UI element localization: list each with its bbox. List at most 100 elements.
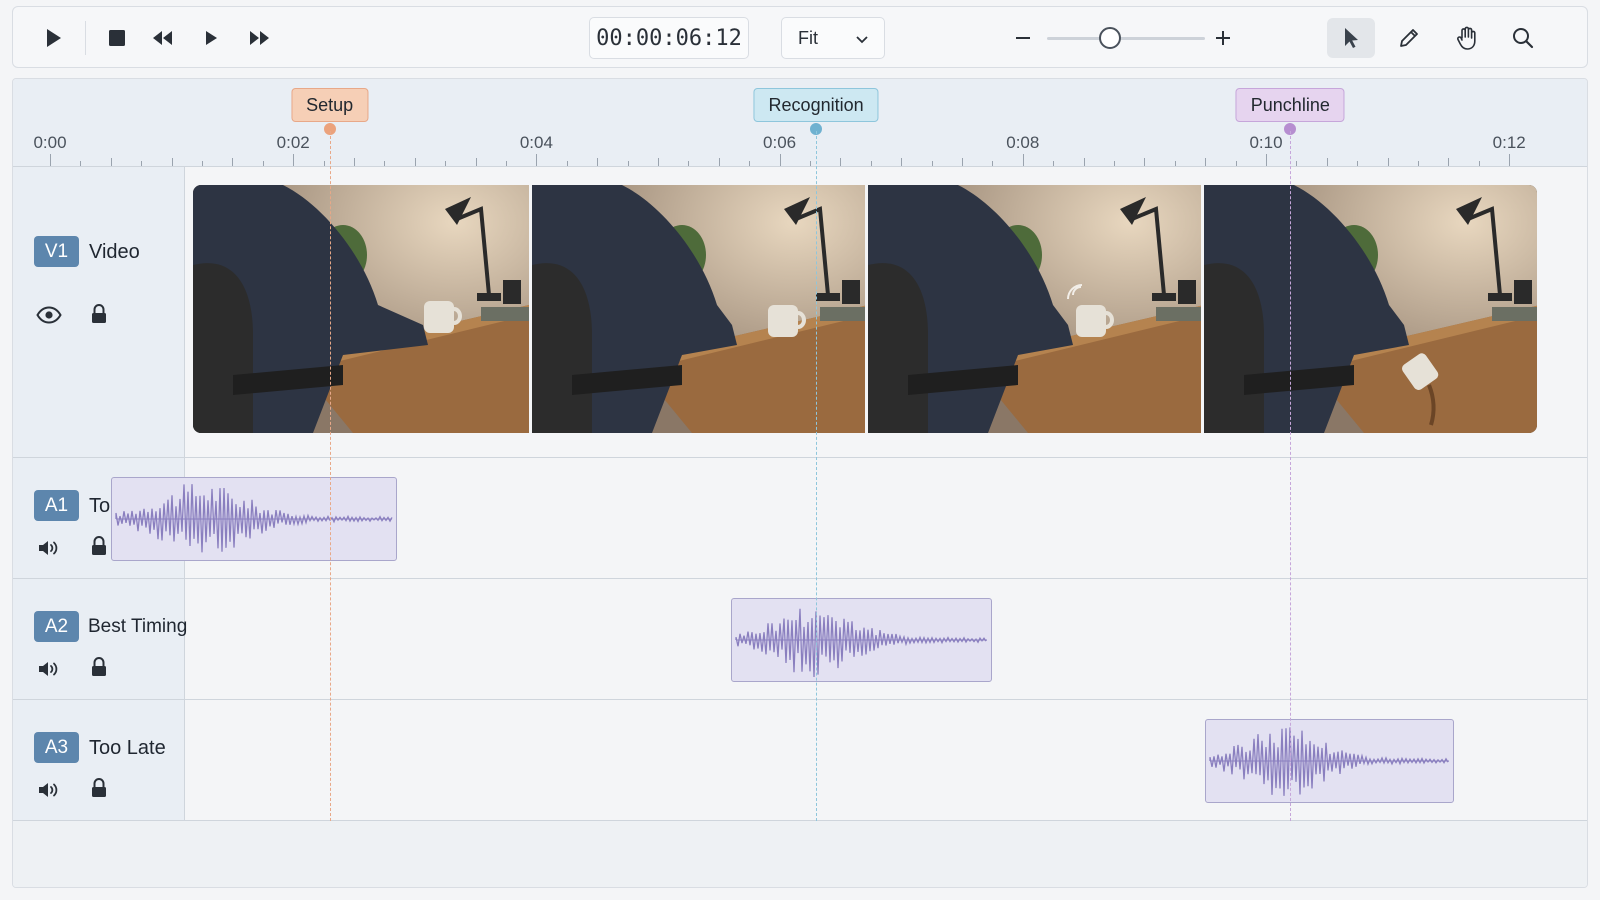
ruler-tick xyxy=(1114,161,1115,166)
ruler-tick xyxy=(627,161,629,166)
lock-toggle[interactable] xyxy=(86,776,112,800)
timecode-display[interactable]: 00:00:06:12 xyxy=(589,17,749,59)
pencil-tool-button[interactable] xyxy=(1391,21,1427,55)
timeline-editor: 0:00 0:02 0:04 0:06 0:08 0:10 0:12 Setup Recogni… xyxy=(12,78,1588,888)
video-clip[interactable] xyxy=(193,185,1537,433)
ruler-tick xyxy=(1296,161,1298,166)
ruler-tick xyxy=(1326,158,1328,166)
lock-toggle[interactable] xyxy=(86,655,112,679)
ruler-tick xyxy=(1357,161,1359,166)
chevron-down-icon xyxy=(856,36,868,44)
mute-toggle[interactable] xyxy=(36,536,62,560)
zoom-slider-track[interactable] xyxy=(1047,37,1205,40)
ruler-tick xyxy=(262,161,264,166)
marker-recognition[interactable]: Recognition xyxy=(753,88,879,122)
audio-track-row: A2 Best Timing xyxy=(13,579,1587,700)
ruler-tick xyxy=(1022,154,1024,166)
ruler-tick xyxy=(718,158,720,166)
video-frame-thumbnail xyxy=(865,185,1201,433)
video-frame-thumbnail xyxy=(529,185,865,433)
stop-button[interactable] xyxy=(99,21,135,55)
search-icon xyxy=(1513,28,1534,49)
marker-line xyxy=(1290,131,1292,821)
ruler-tick xyxy=(354,158,355,166)
time-ruler[interactable]: 0:00 0:02 0:04 0:06 0:08 0:10 0:12 Setup Recogni… xyxy=(13,79,1587,167)
lock-toggle[interactable] xyxy=(86,534,112,558)
mute-toggle[interactable] xyxy=(36,657,62,681)
ruler-tick-label: 0:02 xyxy=(276,133,310,152)
ruler-tick xyxy=(323,161,325,166)
lock-toggle[interactable] xyxy=(86,302,112,326)
select-tool-button[interactable] xyxy=(1327,18,1375,58)
ruler-tick xyxy=(1174,161,1176,166)
ruler-tick xyxy=(1387,158,1389,166)
select-arrow-icon xyxy=(1345,28,1358,48)
stop-icon xyxy=(109,30,125,46)
ruler-tick xyxy=(80,161,82,166)
audio-track-row: A1Too Early xyxy=(13,458,1587,579)
ruler-tick xyxy=(232,158,234,166)
ruler-tick xyxy=(536,154,538,166)
rewind-icon xyxy=(153,31,172,45)
speaker-icon xyxy=(39,541,58,555)
step-forward-icon xyxy=(206,31,217,45)
lock-icon xyxy=(92,657,106,676)
audio-track-row: A3 Too Late xyxy=(13,700,1587,821)
ruler-tick xyxy=(840,158,842,166)
ruler-tick xyxy=(445,161,447,166)
zoom-out-button[interactable] xyxy=(1005,21,1041,55)
ruler-tick xyxy=(1144,158,1146,166)
ruler-tick xyxy=(1205,158,1207,166)
audio-clip[interactable] xyxy=(110,477,397,561)
ruler-tick xyxy=(1448,158,1450,166)
ruler-tick xyxy=(110,158,112,166)
ruler-tick xyxy=(901,158,903,166)
pencil-icon xyxy=(1400,29,1418,47)
mute-toggle[interactable] xyxy=(36,778,62,802)
track-name: Too Late xyxy=(89,737,166,759)
ruler-tick xyxy=(931,161,933,166)
zoom-fit-select[interactable]: Fit xyxy=(781,17,885,59)
marker-setup[interactable]: Setup xyxy=(291,88,369,122)
audio-clip[interactable] xyxy=(730,598,992,682)
ruler-tick xyxy=(1083,158,1085,166)
search-tool-button[interactable] xyxy=(1505,21,1541,55)
rewind-button[interactable] xyxy=(145,21,181,55)
ruler-tick xyxy=(1235,161,1237,166)
play-button[interactable] xyxy=(35,21,71,55)
waveform xyxy=(115,484,393,553)
step-forward-button[interactable] xyxy=(193,21,229,55)
lock-icon xyxy=(92,536,106,555)
visibility-toggle[interactable] xyxy=(36,303,62,327)
play-icon xyxy=(47,29,61,47)
ruler-tick xyxy=(870,161,872,166)
ruler-tick xyxy=(1478,161,1480,166)
ruler-tick xyxy=(506,161,507,166)
ruler-tick xyxy=(597,158,599,166)
ruler-tick xyxy=(749,161,751,166)
video-track-header: V1 Video xyxy=(13,167,185,457)
ruler-tick xyxy=(1418,161,1419,166)
track-name: Video xyxy=(89,241,140,263)
marker-punchline[interactable]: Punchline xyxy=(1235,88,1345,122)
video-frame-thumbnail xyxy=(193,185,529,433)
fit-select-value: Fit xyxy=(798,27,818,48)
eye-icon xyxy=(36,306,62,324)
hand-icon xyxy=(1457,26,1476,50)
ruler-tick xyxy=(810,161,811,166)
video-frame-thumbnail xyxy=(1201,185,1537,433)
audio-clip[interactable] xyxy=(1205,719,1455,803)
hand-tool-button[interactable] xyxy=(1449,21,1485,55)
ruler-tick xyxy=(1509,154,1511,166)
track-badge: A1 xyxy=(34,490,79,521)
marker-line xyxy=(329,131,331,821)
fast-forward-icon xyxy=(250,31,269,45)
zoom-slider-thumb[interactable] xyxy=(1099,27,1122,49)
timeline-footer xyxy=(13,821,1587,887)
ruler-tick xyxy=(658,158,659,166)
zoom-in-button[interactable] xyxy=(1205,21,1241,55)
ruler-tick-label: 0:12 xyxy=(1492,133,1526,152)
transport-toolbar: 00:00:06:12 Fit xyxy=(12,6,1588,68)
track-badge: A3 xyxy=(34,732,79,763)
fast-forward-button[interactable] xyxy=(241,21,277,55)
